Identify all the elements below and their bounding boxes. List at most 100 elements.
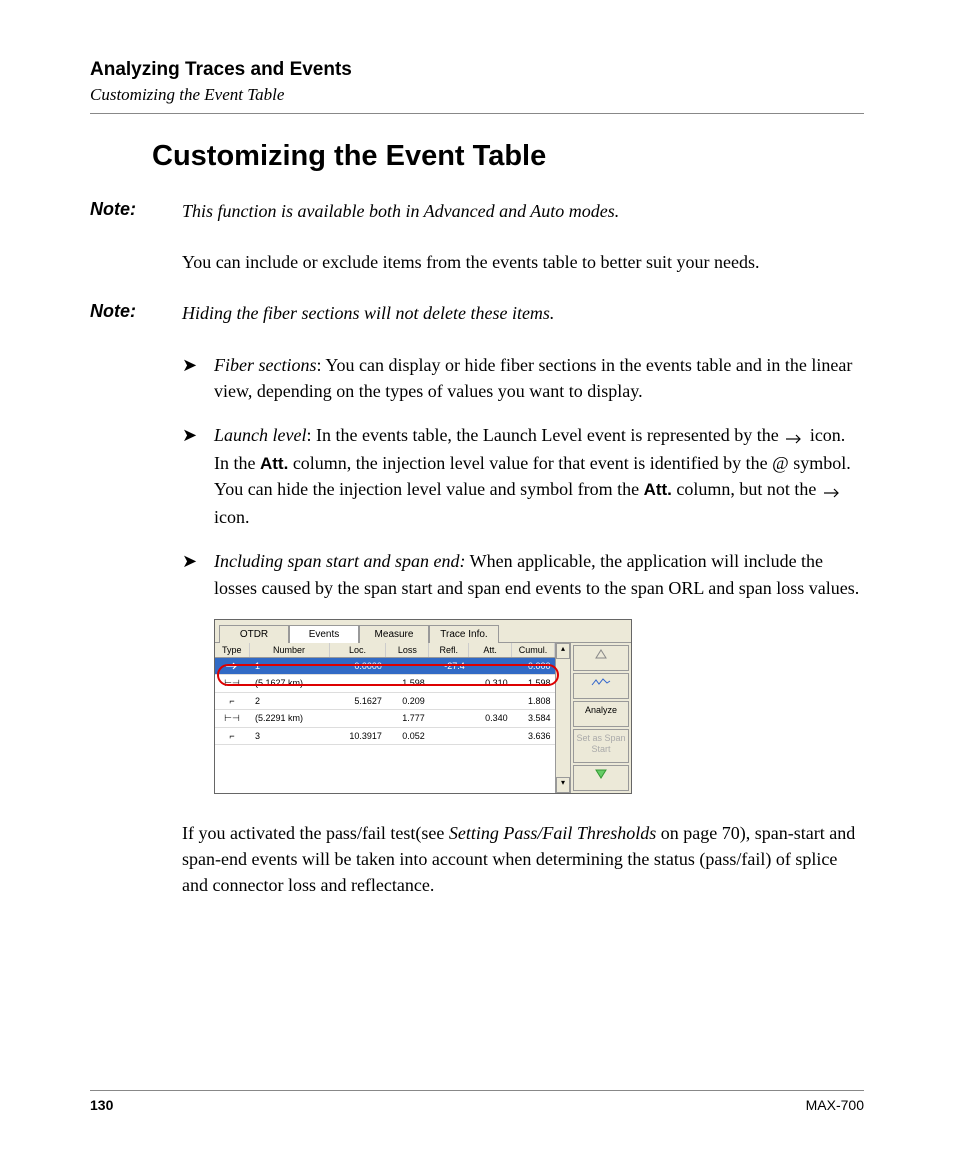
- text: If you activated the pass/fail test(see: [182, 823, 449, 843]
- bullet-list: ➤ Fiber sections: You can display or hid…: [182, 352, 864, 601]
- cell: 1: [249, 657, 329, 674]
- nav-down-button[interactable]: [573, 765, 629, 791]
- events-table-screenshot: OTDR Events Measure Trace Info. Type Num…: [214, 619, 632, 794]
- note-2: Note: Hiding the fiber sections will not…: [90, 301, 864, 325]
- cell: [429, 727, 469, 744]
- cell: (5.2291 km): [249, 709, 329, 727]
- triangle-down-icon: [595, 769, 607, 779]
- header-row: Type Number Loc. Loss Refl. Att. Cumul.: [215, 643, 555, 658]
- analyze-button[interactable]: Analyze: [573, 701, 629, 727]
- att-column-name: Att.: [644, 480, 672, 499]
- header-divider: [90, 113, 864, 114]
- text: : In the events table, the Launch Level …: [306, 425, 783, 445]
- product-model: MAX-700: [806, 1097, 864, 1113]
- table-row[interactable]: 1 0.0000 -27.4 0.000: [215, 657, 555, 674]
- section-icon: ⊢⊣: [215, 674, 249, 692]
- cell: 1.598: [386, 674, 429, 692]
- col-refl[interactable]: Refl.: [429, 643, 469, 658]
- events-table-area: Type Number Loc. Loss Refl. Att. Cumul.: [215, 643, 555, 793]
- cell: [429, 709, 469, 727]
- cell: [386, 657, 429, 674]
- note-1: Note: This function is available both in…: [90, 199, 864, 223]
- cell: 0.340: [469, 709, 512, 727]
- cell: 2: [249, 692, 329, 709]
- tab-traceinfo[interactable]: Trace Info.: [429, 625, 499, 643]
- bullet-span-start-end: ➤ Including span start and span end: Whe…: [182, 548, 864, 600]
- bullet-arrow-icon: ➤: [182, 422, 214, 531]
- note-label: Note:: [90, 301, 182, 325]
- tab-strip: OTDR Events Measure Trace Info.: [215, 620, 631, 643]
- table-row[interactable]: ⊢⊣ (5.2291 km) 1.777 0.340 3.584: [215, 709, 555, 727]
- cell: 3: [249, 727, 329, 744]
- table-row[interactable]: ⌐ 2 5.1627 0.209 1.808: [215, 692, 555, 709]
- col-att[interactable]: Att.: [469, 643, 512, 658]
- text: column, the injection level value for th…: [288, 453, 850, 473]
- triangle-up-icon: [595, 649, 607, 659]
- text: You can hide the injection level value a…: [214, 479, 644, 499]
- col-type[interactable]: Type: [215, 643, 249, 658]
- tab-measure[interactable]: Measure: [359, 625, 429, 643]
- cell: 1.808: [512, 692, 555, 709]
- table-row[interactable]: ⊢⊣ (5.1627 km) 1.598 0.310 1.598: [215, 674, 555, 692]
- cell: 0.052: [386, 727, 429, 744]
- col-loss[interactable]: Loss: [386, 643, 429, 658]
- page-number: 130: [90, 1097, 113, 1113]
- col-loc[interactable]: Loc.: [329, 643, 386, 658]
- side-panel: Analyze Set as Span Start: [570, 643, 631, 793]
- cell: 3.584: [512, 709, 555, 727]
- cell: 5.1627: [329, 692, 386, 709]
- breadcrumb-subtitle: Customizing the Event Table: [90, 85, 864, 105]
- text: column, but not the: [672, 479, 821, 499]
- cross-reference: Setting Pass/Fail Thresholds: [449, 823, 656, 843]
- set-as-span-start-button[interactable]: Set as Span Start: [573, 729, 629, 763]
- cell: [329, 709, 386, 727]
- cell: 10.3917: [329, 727, 386, 744]
- trace-graph-button[interactable]: [573, 673, 629, 699]
- cell: 0.209: [386, 692, 429, 709]
- tab-events[interactable]: Events: [289, 625, 359, 643]
- trace-icon: [591, 677, 611, 687]
- event-icon: ⌐: [215, 727, 249, 744]
- launch-level-arrow-icon: [823, 478, 841, 504]
- cell: 1.598: [512, 674, 555, 692]
- event-icon: ⌐: [215, 692, 249, 709]
- chapter-title: Analyzing Traces and Events: [90, 59, 864, 81]
- scrollbar[interactable]: ▴ ▾: [555, 643, 570, 793]
- cell: [469, 727, 512, 744]
- text: icon.: [214, 507, 250, 527]
- page-footer: 130 MAX-700: [90, 1090, 864, 1113]
- cell: [329, 674, 386, 692]
- cell: [469, 657, 512, 674]
- body-paragraph-1: You can include or exclude items from th…: [182, 249, 864, 275]
- cell: (5.1627 km): [249, 674, 329, 692]
- scroll-up-icon[interactable]: ▴: [556, 643, 570, 659]
- bullet-launch-level: ➤ Launch level: In the events table, the…: [182, 422, 864, 531]
- col-cumul[interactable]: Cumul.: [512, 643, 555, 658]
- table-row[interactable]: ⌐ 3 10.3917 0.052 3.636: [215, 727, 555, 744]
- note-text: This function is available both in Advan…: [182, 199, 619, 223]
- section-icon: ⊢⊣: [215, 709, 249, 727]
- launch-level-arrow-icon: [785, 424, 803, 450]
- manual-page: Analyzing Traces and Events Customizing …: [0, 0, 954, 1159]
- note-text: Hiding the fiber sections will not delet…: [182, 301, 554, 325]
- tab-otdr[interactable]: OTDR: [219, 625, 289, 643]
- col-number[interactable]: Number: [249, 643, 329, 658]
- nav-up-button[interactable]: [573, 645, 629, 671]
- bullet-lead: Including span start and span end:: [214, 551, 466, 571]
- cell: 3.636: [512, 727, 555, 744]
- cell: [429, 674, 469, 692]
- type-icon-cell: [215, 657, 249, 674]
- cell: 0.000: [512, 657, 555, 674]
- scroll-down-icon[interactable]: ▾: [556, 777, 570, 793]
- cell: 0.0000: [329, 657, 386, 674]
- events-table: Type Number Loc. Loss Refl. Att. Cumul.: [215, 643, 555, 745]
- section-heading: Customizing the Event Table: [152, 140, 864, 173]
- bullet-arrow-icon: ➤: [182, 352, 214, 404]
- cell: [469, 692, 512, 709]
- bullet-arrow-icon: ➤: [182, 548, 214, 600]
- cell: [429, 692, 469, 709]
- bullet-fiber-sections: ➤ Fiber sections: You can display or hid…: [182, 352, 864, 404]
- cell: 0.310: [469, 674, 512, 692]
- bullet-lead: Fiber sections: [214, 355, 316, 375]
- cell: -27.4: [429, 657, 469, 674]
